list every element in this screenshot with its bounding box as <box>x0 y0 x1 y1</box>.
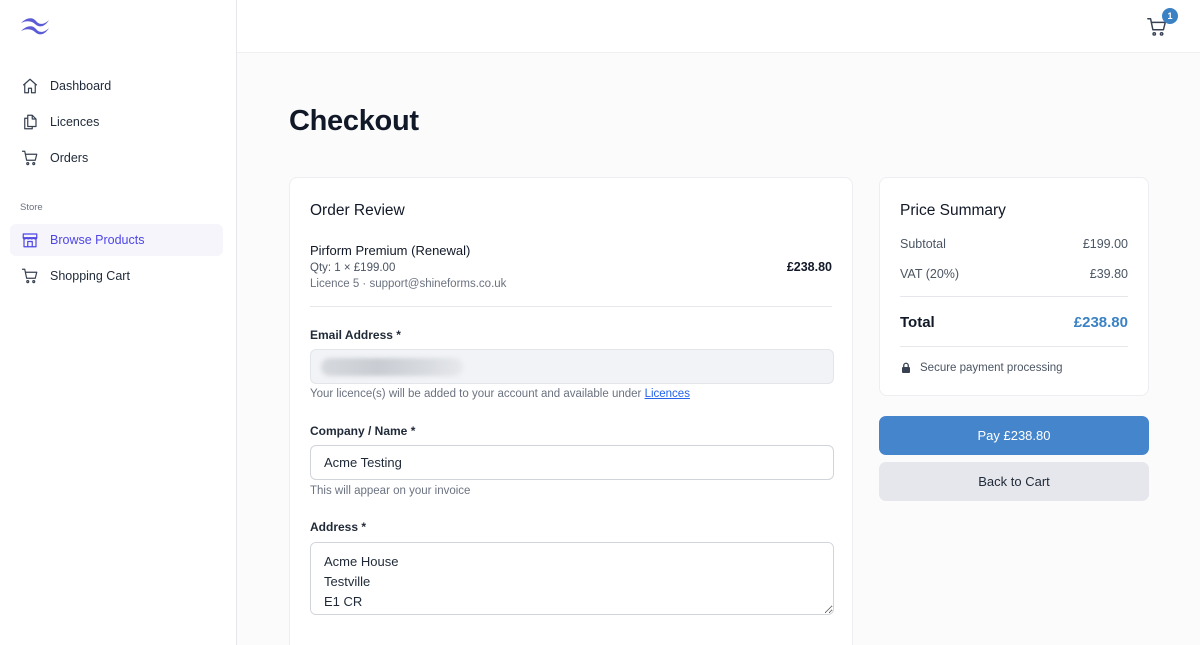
total-row: Total £238.80 <box>900 314 1128 331</box>
subtotal-label: Subtotal <box>900 237 946 251</box>
divider <box>900 346 1128 347</box>
home-icon <box>20 76 40 96</box>
product-licence-info: Licence 5 · support@shineforms.co.uk <box>310 278 507 290</box>
cart-count-badge: 1 <box>1162 8 1178 24</box>
email-field[interactable] <box>310 349 834 384</box>
subtotal-row: Subtotal £199.00 <box>900 237 1128 251</box>
total-value: £238.80 <box>1073 314 1128 331</box>
address-textarea[interactable]: Acme House Testville E1 CR <box>310 542 834 615</box>
address-label: Address * <box>310 520 367 534</box>
vat-value: £39.80 <box>1089 267 1128 281</box>
redacted-email-value <box>321 358 463 376</box>
divider <box>310 306 832 307</box>
total-label: Total <box>900 314 935 331</box>
cart-icon <box>20 148 40 168</box>
product-price: £238.80 <box>786 260 832 274</box>
sidebar-item-browse-products[interactable]: Browse Products <box>10 224 223 256</box>
sidebar-item-licences[interactable]: Licences <box>10 106 223 138</box>
sidebar-section-store: Store <box>20 202 43 213</box>
vat-row: VAT (20%) £39.80 <box>900 267 1128 281</box>
top-bar: 1 <box>237 0 1200 53</box>
company-label: Company / Name * <box>310 424 416 438</box>
sidebar-item-dashboard[interactable]: Dashboard <box>10 70 223 102</box>
lock-icon <box>900 362 912 374</box>
sidebar-item-label: Dashboard <box>50 79 112 93</box>
secure-payment-text: Secure payment processing <box>920 362 1063 374</box>
back-to-cart-button[interactable]: Back to Cart <box>879 462 1149 501</box>
sidebar-item-shopping-cart[interactable]: Shopping Cart <box>10 260 223 292</box>
company-help-text: This will appear on your invoice <box>310 485 471 497</box>
sidebar-item-label: Shopping Cart <box>50 269 130 283</box>
documents-icon <box>20 112 40 132</box>
subtotal-value: £199.00 <box>1082 237 1128 251</box>
vat-label: VAT (20%) <box>900 267 960 281</box>
page-title: Checkout <box>289 105 419 137</box>
sidebar-item-label: Orders <box>50 151 89 165</box>
order-review-card: Order Review Pirform Premium (Renewal) Q… <box>289 177 853 645</box>
secure-payment-note: Secure payment processing <box>900 362 1063 374</box>
price-summary-title: Price Summary <box>900 202 1006 219</box>
pay-button[interactable]: Pay £238.80 <box>879 416 1149 455</box>
sidebar-item-label: Browse Products <box>50 233 145 247</box>
product-quantity: Qty: 1 × £199.00 <box>310 262 396 274</box>
cart-icon <box>20 266 40 286</box>
logo-icon[interactable] <box>19 14 51 38</box>
sidebar-item-orders[interactable]: Orders <box>10 142 223 174</box>
product-name: Pirform Premium (Renewal) <box>310 243 471 258</box>
storefront-icon <box>20 230 40 250</box>
email-label: Email Address * <box>310 328 401 342</box>
divider <box>900 296 1128 297</box>
company-name-input[interactable] <box>310 445 834 480</box>
sidebar-item-label: Licences <box>50 115 100 129</box>
email-help-text: Your licence(s) will be added to your ac… <box>310 388 690 400</box>
price-summary-card: Price Summary Subtotal £199.00 VAT (20%)… <box>879 177 1149 396</box>
licences-link[interactable]: Licences <box>645 388 690 400</box>
sidebar: Dashboard Licences Orders Store Browse P… <box>0 0 237 645</box>
order-review-title: Order Review <box>310 202 405 219</box>
